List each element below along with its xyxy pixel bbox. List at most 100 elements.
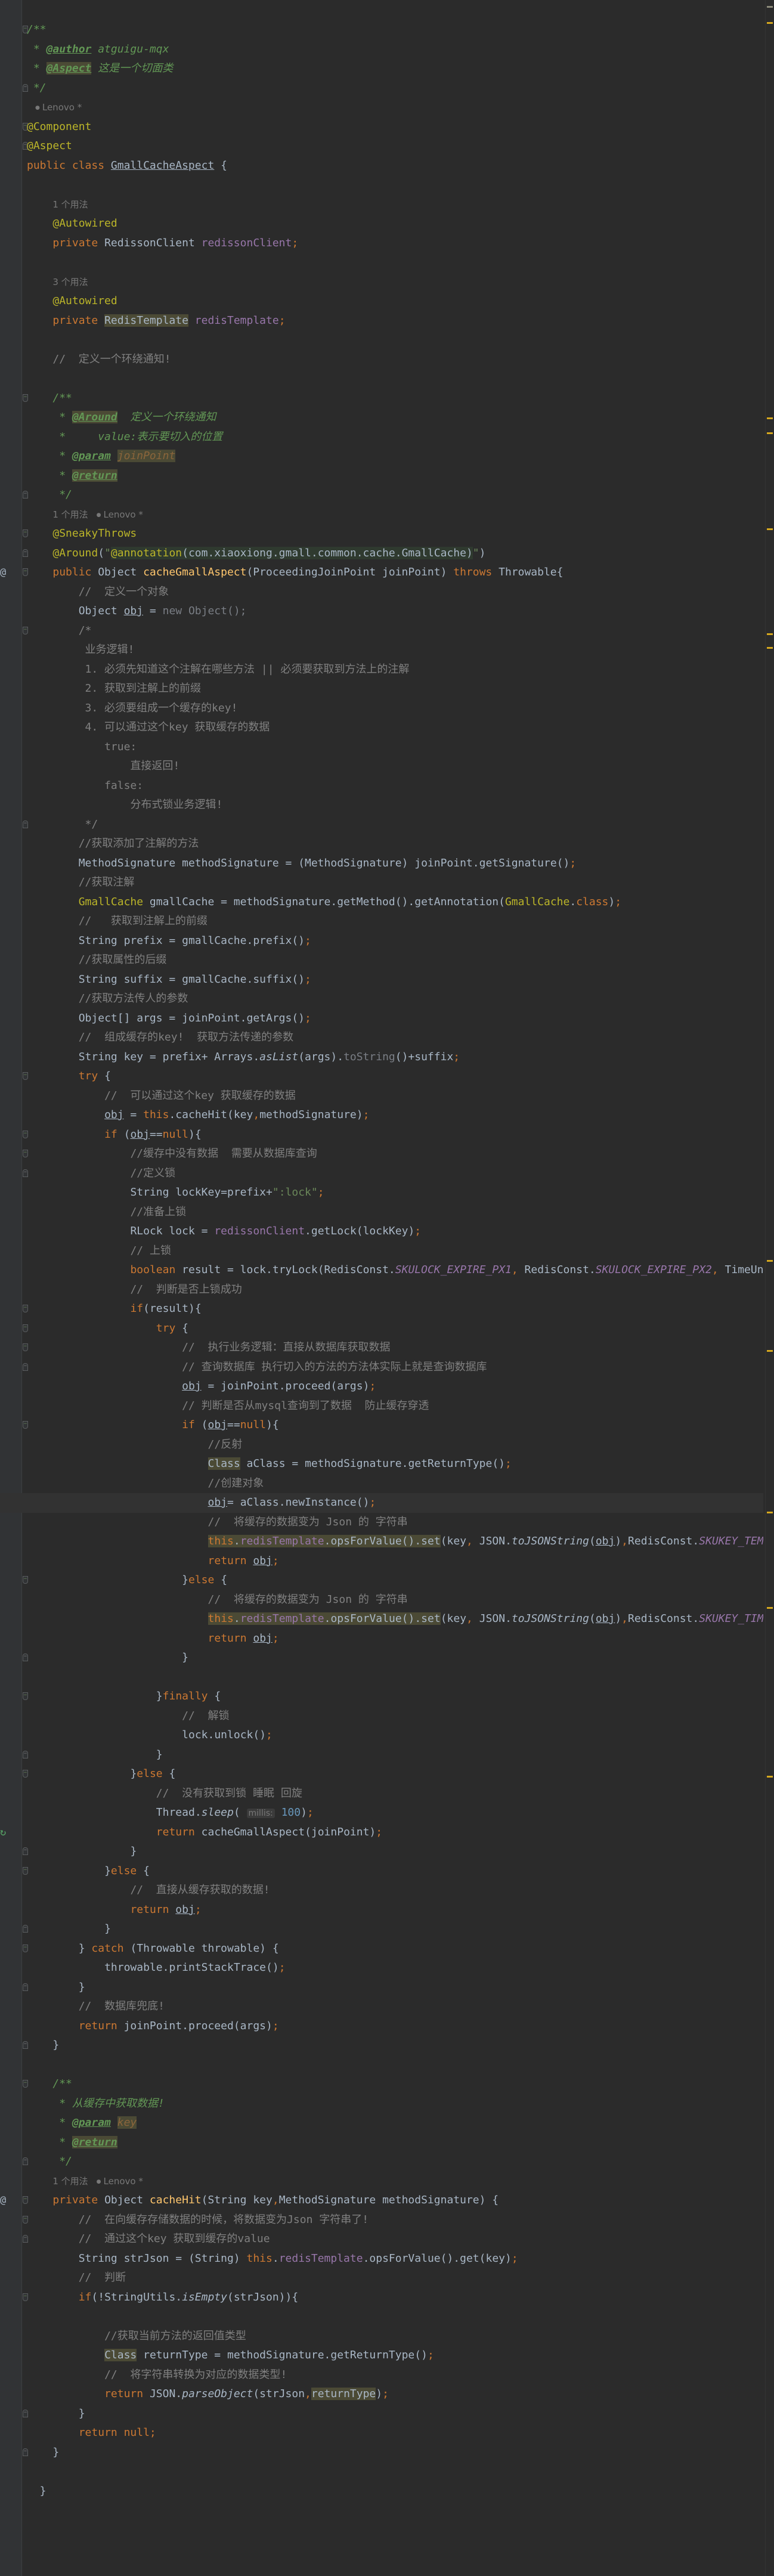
code-line[interactable]: //创建对象 [0, 1474, 763, 1494]
code-line[interactable]: obj = this.cacheHit(key,methodSignature)… [0, 1106, 763, 1125]
code-line[interactable]: // 数据库兜底! [0, 1997, 763, 2017]
code-line[interactable]: return obj; [0, 1629, 763, 1649]
code-line[interactable]: − */ [0, 79, 763, 98]
code-line[interactable]: String prefix = gmallCache.prefix(); [0, 931, 763, 951]
code-line[interactable]: −// 在向缓存存储数据的时候，将数据变为Json 字符串了! [0, 2210, 763, 2230]
code-line[interactable]: //准备上锁 [0, 1203, 763, 1222]
code-line[interactable]: // 判断是否从mysql查询到了数据 防止缓存穿透 [0, 1397, 763, 1416]
code-line[interactable]: Class returnType = methodSignature.getRe… [0, 2346, 763, 2366]
code-line[interactable]: @Autowired [0, 292, 763, 311]
scroll-marker[interactable] [767, 528, 773, 530]
code-line[interactable]: //反射 [0, 1435, 763, 1455]
code-line[interactable]: * @return [0, 466, 763, 486]
code-line[interactable]: − @ public Object cacheGmallAspect(Proceed… [0, 563, 763, 583]
code-line[interactable]: MethodSignature methodSignature = (Metho… [0, 854, 763, 874]
author-hint[interactable]: Lenovo * [35, 102, 82, 113]
code-line[interactable]: − */ [0, 815, 763, 835]
code-line[interactable]: // 将缓存的数据变为 Json 的 字符串 [0, 1590, 763, 1610]
code-line[interactable]: 3. 必须要组成一个缓存的key! [0, 699, 763, 719]
code-line[interactable]: −} catch (Throwable throwable) { [0, 1939, 763, 1959]
code-line[interactable]: String key = prefix+ Arrays.asList(args)… [0, 1048, 763, 1067]
code-line[interactable]: String strJson = (String) this.redisTemp… [0, 2249, 763, 2269]
scroll-marker[interactable] [767, 647, 773, 649]
code-line[interactable]: //获取添加了注解的方法 [0, 834, 763, 854]
code-line[interactable]: * value:表示要切入的位置 [0, 428, 763, 447]
code-line[interactable]: GmallCache gmallCache = methodSignature.… [0, 893, 763, 912]
code-line[interactable]: −}else { [0, 1571, 763, 1590]
code-line[interactable]: * @param key [0, 2113, 763, 2133]
code-line[interactable]: − @Around("@annotation(com.xiaoxiong.gmal… [0, 544, 763, 564]
code-line[interactable]: 1. 必须先知道这个注解在哪些方法 || 必须要获取到方法上的注解 [0, 660, 763, 680]
scroll-marker[interactable] [767, 1350, 773, 1352]
code-line[interactable]: * @Aspect 这是一个切面类 [0, 59, 763, 79]
code-line[interactable]: return JSON.parseObject(strJson,returnTy… [0, 2385, 763, 2404]
code-line[interactable]: return null; [0, 2423, 763, 2443]
code-editor[interactable]: −/** * @author atguigu-mqx * @Aspect 这是一… [0, 20, 763, 2501]
code-line[interactable]: − @ private Object cacheHit(String key,Met… [0, 2191, 763, 2210]
code-line[interactable]: −/** [0, 20, 763, 40]
code-line[interactable]: // 定义一个对象 [0, 583, 763, 602]
code-line[interactable] [0, 330, 763, 350]
code-line[interactable]: 3 个用法 [0, 273, 763, 292]
scroll-marker[interactable] [767, 633, 773, 635]
code-line[interactable]: −} [0, 1648, 763, 1668]
code-line[interactable]: return joinPoint.proceed(args); [0, 2017, 763, 2036]
usages-hint[interactable]: 1 个用法 [52, 199, 88, 210]
code-line[interactable]: 业务逻辑! [0, 640, 763, 660]
code-line[interactable]: −} [0, 2036, 763, 2055]
code-line[interactable] [0, 253, 763, 273]
code-line[interactable]: // 组成缓存的key! 获取方法传递的参数 [0, 1028, 763, 1048]
code-line[interactable]: private RedisTemplate redisTemplate; [0, 311, 763, 331]
code-line[interactable] [0, 1668, 763, 1688]
usages-hint[interactable]: 1 个用法 [52, 2176, 88, 2187]
code-line[interactable]: // 判断是否上锁成功 [0, 1280, 763, 1300]
code-line[interactable]: this.redisTemplate.opsForValue().set(key… [0, 1532, 763, 1552]
code-line[interactable]: @Autowired [0, 214, 763, 234]
code-line[interactable]: // 上锁 [0, 1241, 763, 1261]
usages-hint[interactable]: 3 个用法 [52, 277, 88, 287]
code-line[interactable]: 1 个用法 [0, 195, 763, 215]
code-line[interactable]: * 从缓存中获取数据! [0, 2094, 763, 2114]
code-line[interactable] [0, 175, 763, 195]
scroll-marker[interactable] [767, 1776, 773, 1778]
code-line[interactable]: −}else { [0, 1862, 763, 1881]
code-line[interactable]: −//缓存中没有数据 需要从数据库查询 [0, 1144, 763, 1164]
code-line[interactable]: obj = joinPoint.proceed(args); [0, 1377, 763, 1397]
code-line[interactable]: − if(result){ [0, 1299, 763, 1319]
code-line[interactable]: − if (obj==null){ [0, 1125, 763, 1145]
code-line[interactable] [0, 369, 763, 389]
scrollbar[interactable] [765, 0, 774, 2576]
code-line[interactable]: −// 通过这个key 获取到缓存的value [0, 2230, 763, 2249]
code-line[interactable] [0, 2055, 763, 2075]
code-line[interactable]: false: [0, 776, 763, 796]
scroll-marker[interactable] [767, 432, 773, 434]
code-line[interactable]: //获取当前方法的返回值类型 [0, 2327, 763, 2346]
author-hint[interactable]: Lenovo * [97, 2176, 143, 2187]
code-line[interactable]: String suffix = gmallCache.suffix(); [0, 970, 763, 990]
code-line[interactable]: − if (obj==null){ [0, 1416, 763, 1435]
aspect-advice-icon[interactable]: @ [0, 563, 6, 583]
code-line[interactable]: −} [0, 1745, 763, 1765]
code-line[interactable]: − try { [0, 1319, 763, 1339]
code-line[interactable]: private RedissonClient redissonClient; [0, 234, 763, 253]
code-line[interactable]: −} [0, 1842, 763, 1862]
code-line[interactable]: return obj; [0, 1900, 763, 1920]
code-line[interactable]: public class GmallCacheAspect { [0, 156, 763, 176]
code-line[interactable]: //获取属性的后缀 [0, 950, 763, 970]
code-line[interactable]: //获取注解 [0, 873, 763, 893]
code-line[interactable]: −// 执行业务逻辑：直接从数据库获取数据 [0, 1338, 763, 1358]
code-line[interactable]: 1 个用法 Lenovo * [0, 2172, 763, 2191]
code-line[interactable]: 2. 获取到注解上的前缀 [0, 679, 763, 699]
code-line[interactable]: // 定义一个环绕通知! [0, 350, 763, 370]
code-line[interactable]: * @return [0, 2133, 763, 2153]
code-line[interactable]: boolean result = lock.tryLock(RedisConst… [0, 1261, 763, 1280]
code-line[interactable]: // 解锁 [0, 1707, 763, 1726]
code-line[interactable]: −/** [0, 2075, 763, 2094]
code-line[interactable]: Object[] args = joinPoint.getArgs(); [0, 1009, 763, 1029]
usages-hint[interactable]: 1 个用法 [52, 509, 88, 520]
code-line[interactable]: //获取方法传人的参数 [0, 989, 763, 1009]
code-line[interactable]: Lenovo * [0, 98, 763, 117]
code-line[interactable]: − @Aspect [0, 137, 763, 156]
code-line[interactable]: true: [0, 738, 763, 757]
code-line[interactable]: obj= aClass.newInstance(); [0, 1493, 763, 1513]
